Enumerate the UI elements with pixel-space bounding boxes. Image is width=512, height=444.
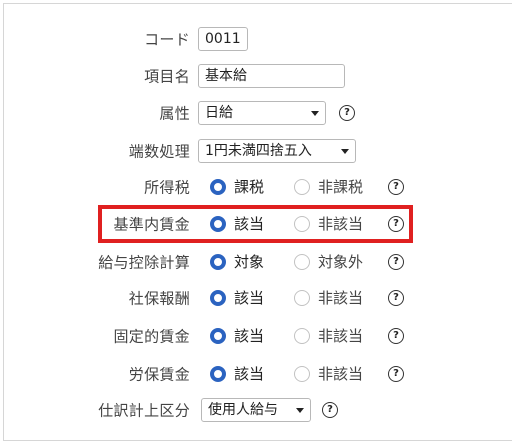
chevron-down-icon: [311, 111, 319, 116]
row-social-insurance: 社保報酬 該当 非該当 ?: [0, 283, 512, 313]
radio-label: 該当: [234, 327, 265, 345]
radio-label: 対象外: [318, 253, 364, 271]
radio-label: 非該当: [318, 327, 364, 345]
radio-unselected-icon: [294, 179, 310, 195]
radio-unselected-icon: [294, 254, 310, 270]
question-circle-icon[interactable]: ?: [388, 366, 404, 382]
row-fixed-wage: 固定的賃金 該当 非該当 ?: [0, 321, 512, 351]
attribute-select[interactable]: 日給: [198, 101, 326, 125]
radio-unselected-icon: [294, 290, 310, 306]
income-tax-label: 所得税: [144, 178, 190, 197]
question-circle-icon[interactable]: ?: [322, 402, 338, 418]
row-account-category: 仕訳計上区分 使用人給与 ?: [0, 395, 512, 425]
question-circle-icon[interactable]: ?: [388, 328, 404, 344]
row-labor-insurance: 労保賃金 該当 非該当 ?: [0, 359, 512, 389]
row-payroll-deduction: 給与控除計算 対象 対象外 ?: [0, 247, 512, 277]
radio-label: 該当: [234, 365, 265, 383]
radio-selected-icon: [210, 328, 226, 344]
radio-selected-icon: [210, 254, 226, 270]
account-category-selected: 使用人給与: [208, 402, 278, 418]
social-insurance-label: 社保報酬: [128, 289, 190, 308]
chevron-down-icon: [341, 149, 349, 154]
rounding-selected: 1円未満四捨五入: [205, 143, 312, 159]
question-circle-icon[interactable]: ?: [339, 105, 355, 121]
code-label: コード: [144, 30, 190, 49]
account-category-select[interactable]: 使用人給与: [201, 398, 311, 422]
radio-label: 課税: [234, 178, 265, 196]
question-circle-icon[interactable]: ?: [388, 254, 404, 270]
radio-unselected-icon: [294, 366, 310, 382]
attribute-selected: 日給: [205, 105, 233, 121]
highlight-box: [98, 205, 413, 243]
radio-selected-icon: [210, 366, 226, 382]
item-name-input[interactable]: 基本給: [198, 64, 345, 88]
row-item-name: 項目名 基本給: [0, 61, 512, 91]
row-income-tax: 所得税 課税 非課税 ?: [0, 172, 512, 202]
radio-label: 対象: [234, 253, 265, 271]
fixed-wage-label: 固定的賃金: [113, 327, 190, 346]
radio-unselected-icon: [294, 328, 310, 344]
row-attribute: 属性 日給 ?: [0, 98, 512, 128]
account-category-label: 仕訳計上区分: [98, 401, 190, 420]
radio-selected-icon: [210, 179, 226, 195]
row-code: コード 0011: [0, 24, 512, 54]
labor-insurance-label: 労保賃金: [128, 365, 190, 384]
radio-label: 非該当: [318, 365, 364, 383]
rounding-label: 端数処理: [128, 142, 190, 161]
row-rounding: 端数処理 1円未満四捨五入: [0, 136, 512, 166]
radio-label: 非課税: [318, 178, 364, 196]
code-input[interactable]: 0011: [198, 27, 248, 51]
item-name-label: 項目名: [144, 67, 190, 86]
question-circle-icon[interactable]: ?: [388, 290, 404, 306]
radio-label: 該当: [234, 289, 265, 307]
rounding-select[interactable]: 1円未満四捨五入: [198, 139, 356, 163]
radio-label: 非該当: [318, 289, 364, 307]
radio-selected-icon: [210, 290, 226, 306]
question-circle-icon[interactable]: ?: [388, 179, 404, 195]
attribute-label: 属性: [159, 104, 190, 123]
chevron-down-icon: [296, 408, 304, 413]
payroll-deduction-label: 給与控除計算: [98, 253, 190, 272]
